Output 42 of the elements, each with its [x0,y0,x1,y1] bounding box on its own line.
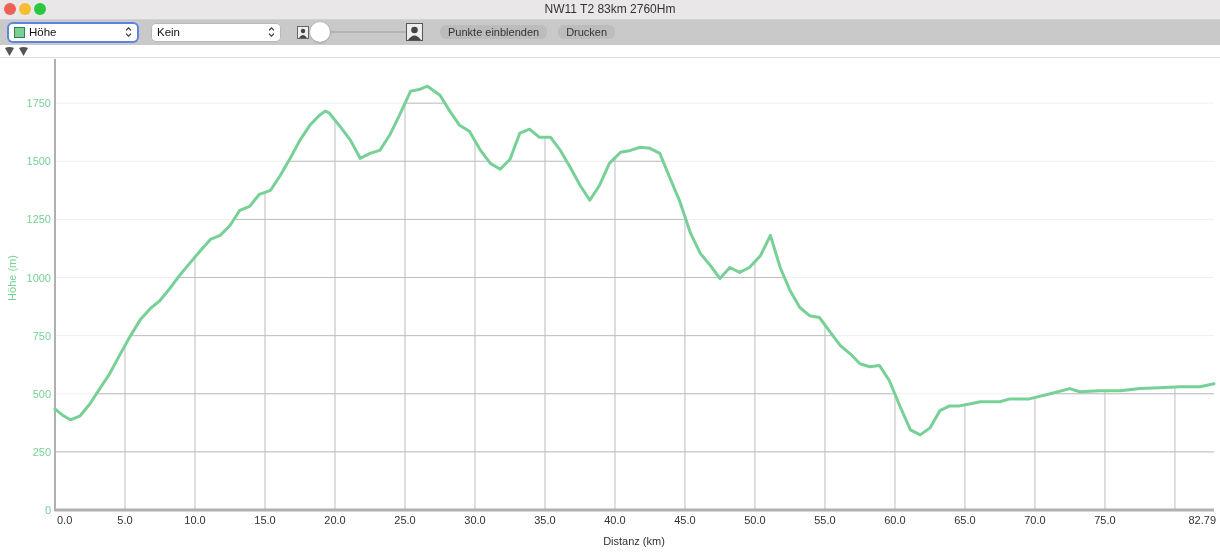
axis-tick-label: 40.0 [604,514,626,526]
axis-tick-label: 60.0 [884,514,906,526]
axis-tick-label: 500 [32,387,51,400]
axis-tick-label: 65.0 [954,514,976,526]
axis-tick-label: 20.0 [324,514,346,526]
axis-tick-label: 70.0 [1024,514,1046,526]
compare-select[interactable]: Kein [152,23,280,41]
axis-tick-label: 55.0 [814,514,836,526]
marker-icon[interactable] [4,46,15,57]
zoom-button[interactable] [34,3,46,16]
axis-tick-label: 1500 [26,155,51,168]
axis-tick-label: 5.0 [117,514,133,526]
axis-tick-label: 35.0 [534,514,556,526]
axis-tick-label: 15.0 [254,514,276,526]
axis-title: Distanz (km) [603,535,665,547]
stepper-icon [125,27,132,38]
axis-tick-label: 82.79 [1188,514,1216,526]
axis-tick-label: 25.0 [394,514,416,526]
axis-title: Höhe (m) [6,255,18,301]
minimize-button[interactable] [19,3,31,16]
axis-tick-label: 10.0 [184,514,206,526]
marker-icon[interactable] [18,46,29,57]
axis-tick-label: 0.0 [57,514,73,526]
axis-tick-label: 250 [32,445,51,458]
axis-tick-label: 30.0 [464,514,486,526]
axis-tick-label: 1000 [26,271,51,284]
axis-tick-label: 1750 [26,97,51,110]
axis-tick-label: 750 [32,329,51,342]
person-icon [406,23,423,42]
series-select[interactable]: Höhe [9,23,137,41]
axis-tick-label: 45.0 [674,514,696,526]
axis-tick-label: 50.0 [744,514,766,526]
person-icon [297,25,309,39]
toolbar-button[interactable]: Drucken [558,25,616,40]
axis-tick-label: 1250 [26,213,51,226]
window-title: NW11 T2 83km 2760Hm [544,2,676,17]
stepper-icon [268,27,275,38]
zoom-slider[interactable] [310,21,406,44]
close-button[interactable] [4,3,16,16]
axis-tick-label: 0 [44,504,51,516]
axis-tick-label: 75.0 [1094,514,1116,526]
toolbar-button[interactable]: Punkte einblenden [440,25,548,40]
